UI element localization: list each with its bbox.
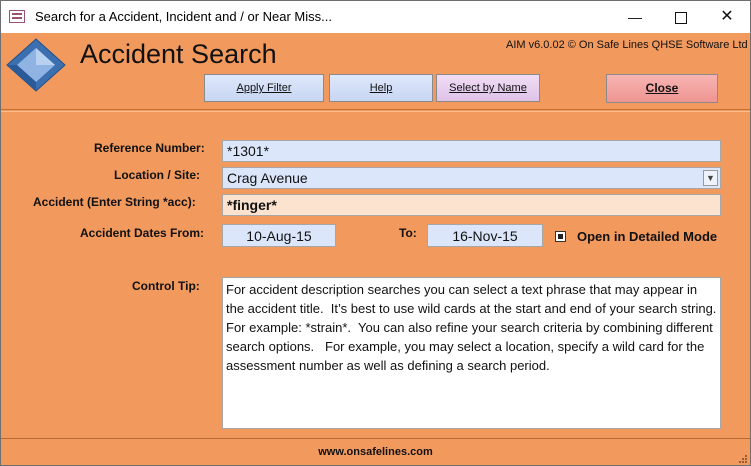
location-label: Location / Site: <box>114 168 201 182</box>
apply-filter-button[interactable]: Apply Filter <box>204 74 324 102</box>
window-title: Search for a Accident, Incident and / or… <box>35 9 332 24</box>
chevron-down-icon[interactable]: ▼ <box>703 170 718 186</box>
minimize-button[interactable]: — <box>612 1 658 33</box>
help-button[interactable]: Help <box>329 74 433 102</box>
detailed-mode-checkbox[interactable] <box>555 231 566 242</box>
reference-number-input[interactable]: *1301* <box>222 140 721 162</box>
accident-search-input[interactable]: *finger* <box>222 194 721 216</box>
search-window: Search for a Accident, Incident and / or… <box>0 0 751 466</box>
control-tip-text: For accident description searches you ca… <box>222 277 721 429</box>
footer-url[interactable]: www.onsafelines.com <box>1 446 750 458</box>
select-by-name-button[interactable]: Select by Name <box>436 74 540 102</box>
diamond-logo-icon <box>6 38 66 92</box>
dates-to-label: To: <box>399 226 417 240</box>
maximize-icon <box>675 12 687 25</box>
close-button[interactable]: Close <box>606 74 718 103</box>
reference-number-label: Reference Number: <box>94 141 205 155</box>
dates-from-label: Accident Dates From: <box>80 226 205 240</box>
header-divider-highlight <box>1 111 750 112</box>
accident-label: Accident (Enter String *acc): <box>33 195 196 209</box>
footer-bar: www.onsafelines.com <box>1 438 750 465</box>
control-tip-label: Control Tip: <box>132 279 200 293</box>
title-bar[interactable]: Search for a Accident, Incident and / or… <box>1 1 750 33</box>
date-from-input[interactable]: 10-Aug-15 <box>222 224 336 247</box>
date-to-input[interactable]: 16-Nov-15 <box>427 224 543 247</box>
detailed-mode-label: Open in Detailed Mode <box>577 229 718 244</box>
location-select-value: Crag Avenue <box>227 170 308 186</box>
page-title: Accident Search <box>80 39 277 69</box>
version-text: AIM v6.0.02 © On Safe Lines QHSE Softwar… <box>506 39 748 51</box>
form-icon <box>9 10 25 23</box>
header-divider <box>1 109 750 110</box>
location-select[interactable]: Crag Avenue ▼ <box>222 167 721 189</box>
maximize-button[interactable] <box>658 1 704 33</box>
window-close-button[interactable]: ✕ <box>704 1 750 33</box>
resize-grip-icon[interactable] <box>738 454 748 464</box>
